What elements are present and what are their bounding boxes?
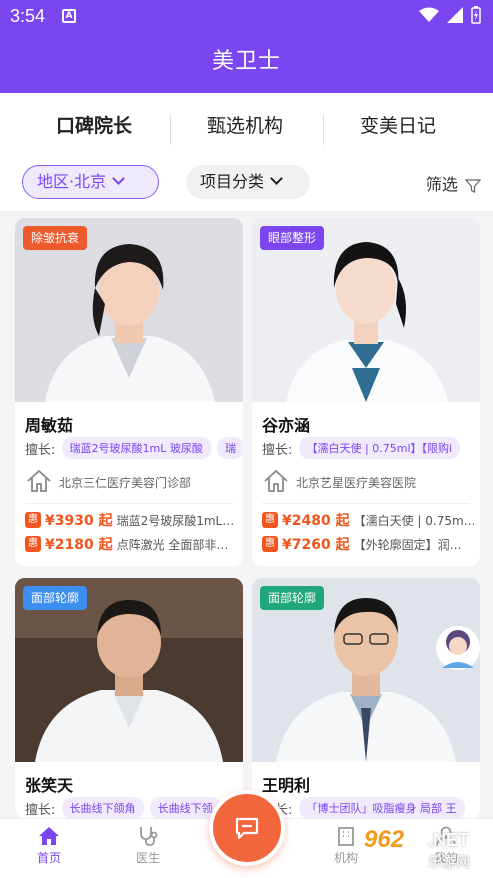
nav-home[interactable]: 首页 <box>19 825 79 866</box>
doctor-name: 张笑天 <box>25 776 74 795</box>
tab-beauty-diary[interactable]: 变美日记 <box>360 111 436 138</box>
doctor-name: 谷亦涵 <box>262 416 311 435</box>
card-divider <box>262 503 470 504</box>
category-tag: 面部轮廓 <box>260 586 325 610</box>
app-title: 美卫士 <box>211 49 281 74</box>
chat-button[interactable] <box>209 790 285 866</box>
top-navigation: 口碑院长 甄选机构 变美日记 地区·北京 项目分类 筛选 <box>0 93 493 211</box>
specialty-label: 擅长: <box>25 802 56 818</box>
doctor-photo: 眼部整形 <box>252 218 480 402</box>
specialty-chip: 瑞蓝2号玻尿酸1mL 玻尿酸 <box>61 437 211 459</box>
deal-row[interactable]: 惠 ¥7260 起【外轮廓固定】润… <box>262 534 474 554</box>
building-icon <box>338 827 354 846</box>
specialty-chip: 【濡白天使 | 0.75ml】【限购i <box>298 437 461 459</box>
home-icon <box>39 827 59 845</box>
doctor-photo: 除皱抗衰 <box>15 218 243 402</box>
chevron-down-icon <box>112 172 125 185</box>
specialty-label: 擅长: <box>25 442 56 458</box>
doctor-photo: 面部轮廓 <box>252 578 480 762</box>
tab-divider <box>323 115 324 145</box>
category-filter-label: 项目分类 <box>200 172 265 191</box>
tab-divider <box>170 115 171 145</box>
battery-icon <box>471 6 481 24</box>
watermark-logo: 962 .NET 乐游网 <box>364 826 490 874</box>
funnel-icon <box>464 178 482 193</box>
institution-row[interactable]: 北京艺星医疗美容医院 <box>262 467 472 497</box>
nav-doctor[interactable]: 医生 <box>118 825 178 866</box>
watermark-number: 962 <box>364 826 405 853</box>
nav-home-label: 首页 <box>36 851 61 865</box>
chat-bubble-icon <box>235 817 259 840</box>
home-icon <box>264 469 288 492</box>
deal-description: 【外轮廓固定】润… <box>353 537 462 552</box>
deal-row[interactable]: 惠 ¥3930 起瑞蓝2号玻尿酸1mL… <box>25 510 237 530</box>
filter-label: 筛选 <box>425 175 458 194</box>
stethoscope-icon <box>140 827 158 846</box>
category-tag: 除皱抗衰 <box>23 226 88 250</box>
specialty-chip: 瑞 <box>217 437 243 459</box>
deal-price: ¥2180 起 <box>45 537 113 553</box>
wifi-icon <box>419 7 439 22</box>
doctor-card[interactable]: 面部轮廓 王明利 擅长: 「博士团队」吸脂瘦身 局部 王 <box>252 578 480 818</box>
card-divider <box>25 503 233 504</box>
status-time: 3:54 <box>10 6 46 26</box>
tab-reputation-directors[interactable]: 口碑院长 <box>56 111 132 138</box>
category-filter-dropdown[interactable]: 项目分类 <box>186 165 310 199</box>
watermark-net: .NET <box>428 830 470 850</box>
deal-description: 点阵激光 全面部非… <box>116 537 229 552</box>
doctor-card[interactable]: 面部轮廓 张笑天 擅长: 长曲线下颌角 长曲线下领 <box>15 578 243 818</box>
deal-price: ¥7260 起 <box>282 537 350 553</box>
deal-price: ¥2480 起 <box>282 513 350 529</box>
category-tag: 眼部整形 <box>260 226 325 250</box>
watermark-text: 乐游网 <box>428 855 470 871</box>
doctor-name: 周敏茹 <box>25 416 74 435</box>
category-tag: 面部轮廓 <box>23 586 88 610</box>
doctor-card[interactable]: 眼部整形 谷亦涵 擅长: 【濡白天使 | 0.75ml】【限购i 北京艺星医疗美… <box>252 218 480 566</box>
specialty-row: 擅长: 【濡白天使 | 0.75ml】【限购i <box>262 437 480 459</box>
deal-price: ¥3930 起 <box>45 513 113 529</box>
institution-name: 北京三仁医疗美容门诊部 <box>59 476 192 490</box>
filter-button[interactable]: 筛选 <box>425 171 482 195</box>
discount-badge: 惠 <box>25 536 41 552</box>
discount-badge: 惠 <box>262 536 278 552</box>
chevron-down-icon <box>270 172 283 185</box>
discount-badge: 惠 <box>262 512 278 528</box>
home-icon <box>27 469 51 492</box>
notification-icon: A <box>62 9 76 23</box>
tab-bar: 口碑院长 甄选机构 变美日记 <box>0 111 493 170</box>
deal-description: 【濡白天使 | 0.75m… <box>353 513 474 528</box>
specialty-label: 擅长: <box>262 442 293 458</box>
deal-row[interactable]: 惠 ¥2480 起【濡白天使 | 0.75m… <box>262 510 474 530</box>
nav-doctor-label: 医生 <box>135 851 160 865</box>
region-filter-label: 地区·北京 <box>37 172 107 191</box>
signal-icon <box>447 7 463 23</box>
doctor-photo: 面部轮廓 <box>15 578 243 762</box>
doctor-card[interactable]: 除皱抗衰 周敏茹 擅长: 瑞蓝2号玻尿酸1mL 玻尿酸 瑞 北京三仁医疗美容门诊… <box>15 218 243 566</box>
app-header: 美卫士 <box>0 34 493 93</box>
specialty-row: 擅长: 「博士团队」吸脂瘦身 局部 王 <box>262 797 480 818</box>
region-filter-dropdown[interactable]: 地区·北京 <box>22 165 159 199</box>
deal-row[interactable]: 惠 ¥2180 起点阵激光 全面部非… <box>25 534 237 554</box>
deal-description: 瑞蓝2号玻尿酸1mL… <box>116 513 235 528</box>
specialty-chip: 「博士团队」吸脂瘦身 局部 王 <box>298 797 465 818</box>
tab-selected-institutions[interactable]: 甄选机构 <box>207 111 283 138</box>
status-bar: 3:54 A <box>0 0 493 34</box>
nav-institution-label: 机构 <box>333 851 358 865</box>
institution-row[interactable]: 北京三仁医疗美容门诊部 <box>25 467 235 497</box>
specialty-chip: 长曲线下颌角 <box>61 797 144 818</box>
specialty-row: 擅长: 瑞蓝2号玻尿酸1mL 玻尿酸 瑞 <box>25 437 243 459</box>
discount-badge: 惠 <box>25 512 41 528</box>
status-icons <box>419 6 481 24</box>
doctor-name: 王明利 <box>262 776 311 795</box>
institution-name: 北京艺星医疗美容医院 <box>296 476 417 490</box>
